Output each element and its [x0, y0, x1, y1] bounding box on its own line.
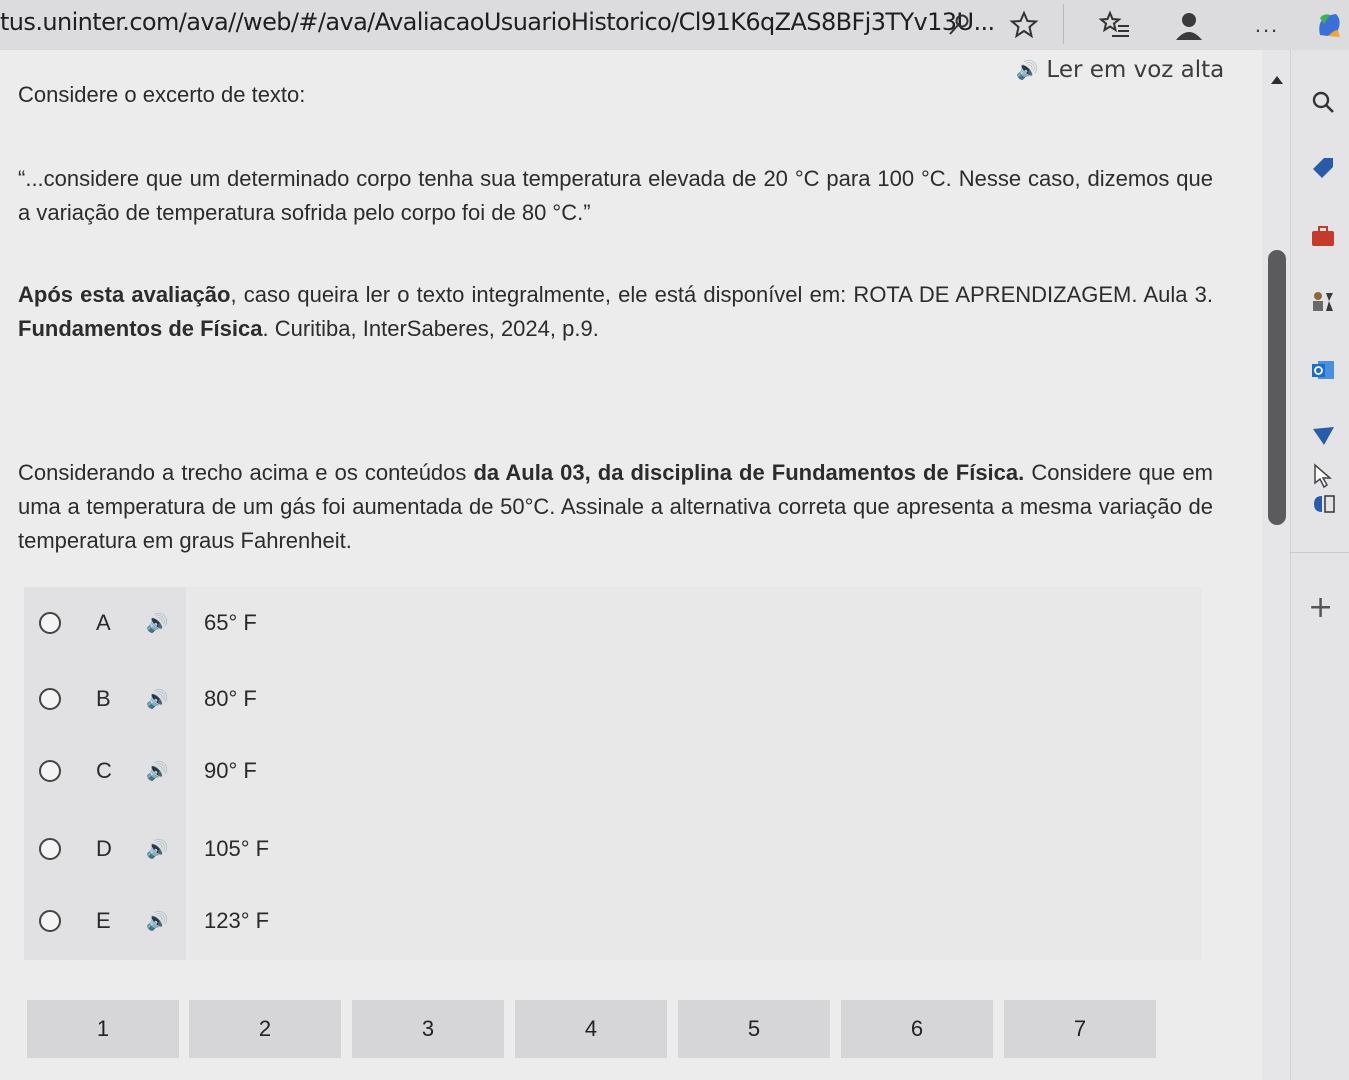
option-e-value: 123° F	[204, 908, 270, 933]
option-b-letter: B	[96, 686, 111, 711]
favorites-icon[interactable]	[1098, 8, 1132, 42]
option-a[interactable]: A 🔊 65° F	[24, 587, 1202, 659]
toolbar-divider	[1063, 4, 1064, 44]
option-a-letter: A	[96, 610, 111, 635]
option-b[interactable]: B 🔊 80° F	[24, 663, 1202, 735]
scroll-up-arrow-icon[interactable]	[1271, 76, 1283, 84]
briefcase-icon[interactable]	[1309, 222, 1337, 250]
option-c-radio[interactable]	[39, 760, 61, 782]
stem-bold: da Aula 03, da disciplina de Fundamentos…	[473, 460, 1025, 485]
option-e-radio[interactable]	[39, 910, 61, 932]
option-e[interactable]: E 🔊 123° F	[24, 885, 1202, 957]
page-button-6[interactable]: 6	[841, 1000, 993, 1058]
option-b-radio[interactable]	[39, 688, 61, 710]
speaker-icon[interactable]: 🔊	[146, 689, 168, 710]
page-button-4[interactable]: 4	[515, 1000, 667, 1058]
scrollbar-thumb[interactable]	[1268, 250, 1286, 525]
outlook-icon[interactable]	[1309, 356, 1337, 384]
browser-sidebar	[1290, 50, 1349, 1080]
option-c-letter: C	[96, 758, 112, 783]
page-button-5[interactable]: 5	[678, 1000, 830, 1058]
page-button-2[interactable]: 2	[189, 1000, 341, 1058]
cursor-icon	[1309, 462, 1337, 490]
address-bar[interactable]: tus.uninter.com/ava//web/#/ava/Avaliacao…	[0, 8, 995, 36]
option-e-letter: E	[96, 908, 111, 933]
sidebar-separator	[1290, 552, 1349, 553]
speaker-icon[interactable]: 🔊	[146, 613, 168, 634]
speaker-icon[interactable]: 🔊	[146, 911, 168, 932]
question-stem: Considerando a trecho acima e os conteúd…	[18, 456, 1213, 558]
option-d-letter: D	[96, 836, 112, 861]
source-text-1: , caso queira ler o texto integralmente,…	[230, 282, 1213, 307]
scrollbar-track[interactable]	[1262, 50, 1290, 1080]
favorite-star-icon[interactable]	[1007, 8, 1041, 42]
tag-icon[interactable]	[1309, 154, 1337, 182]
option-c-value: 90° F	[204, 758, 257, 783]
stem-text-1: Considerando a trecho acima e os conteúd…	[18, 460, 474, 485]
option-d[interactable]: D 🔊 105° F	[24, 813, 1202, 885]
profile-icon[interactable]	[1172, 8, 1206, 42]
games-icon[interactable]	[1309, 288, 1337, 316]
search-icon[interactable]	[1309, 88, 1337, 116]
source-bold-1: Após esta avaliação	[18, 282, 231, 307]
drop-icon[interactable]	[1309, 422, 1337, 450]
source-bold-2: Fundamentos de Física	[18, 316, 263, 341]
speaker-icon[interactable]: 🔊	[146, 839, 168, 860]
add-icon[interactable]: +	[1308, 590, 1333, 625]
option-c[interactable]: C 🔊 90° F	[24, 735, 1202, 807]
answer-options: A 🔊 65° F B 🔊 80° F C 🔊 90° F D 🔊 105° F…	[24, 587, 1202, 960]
question-source: Após esta avaliação, caso queira ler o t…	[18, 278, 1213, 346]
question-intro: Considere o excerto de texto:	[18, 82, 306, 107]
option-b-value: 80° F	[204, 686, 257, 711]
key-icon[interactable]	[942, 8, 976, 42]
page-button-1[interactable]: 1	[27, 1000, 179, 1058]
copilot-icon[interactable]	[1312, 8, 1346, 42]
source-text-2: . Curitiba, InterSaberes, 2024, p.9.	[262, 316, 599, 341]
speaker-icon[interactable]: 🔊	[146, 761, 168, 782]
option-d-radio[interactable]	[39, 838, 61, 860]
page-button-3[interactable]: 3	[352, 1000, 504, 1058]
option-a-radio[interactable]	[39, 612, 61, 634]
option-d-value: 105° F	[204, 836, 270, 861]
page-button-7[interactable]: 7	[1004, 1000, 1156, 1058]
browser-toolbar: tus.uninter.com/ava//web/#/ava/Avaliacao…	[0, 0, 1349, 50]
more-menu-icon[interactable]: ...	[1250, 8, 1284, 42]
question-quote: “...considere que um determinado corpo t…	[18, 166, 1213, 225]
option-a-value: 65° F	[204, 610, 257, 635]
widget-icon[interactable]	[1309, 490, 1337, 518]
